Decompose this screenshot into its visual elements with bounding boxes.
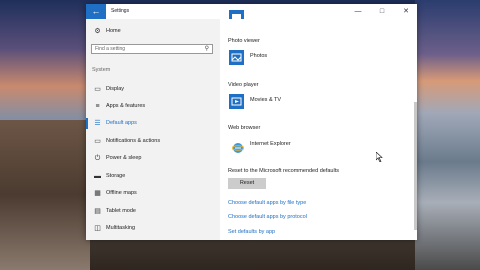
maximize-button[interactable]: □ xyxy=(372,4,392,19)
photos-app-tile[interactable] xyxy=(229,50,244,65)
sidebar-item-label: Tablet mode xyxy=(106,208,136,214)
sidebar-item-label: Default apps xyxy=(106,120,137,126)
internet-explorer-app-name[interactable]: Internet Explorer xyxy=(250,141,291,147)
list-icon: ≡ xyxy=(95,103,100,110)
storage-icon: ▬ xyxy=(94,173,101,180)
sidebar-item-label: Offline maps xyxy=(106,190,137,196)
sidebar-item-storage[interactable]: ▬ Storage xyxy=(86,170,220,183)
sidebar-item-home[interactable]: ⚙ Home xyxy=(86,25,220,38)
monitor-icon: ▭ xyxy=(94,86,101,93)
photo-viewer-heading: Photo viewer xyxy=(228,38,260,44)
sidebar-item-label: Display xyxy=(106,86,125,92)
link-default-apps-file-type[interactable]: Choose default apps by file type xyxy=(228,200,306,206)
sidebar-item-offline-maps[interactable]: ▦ Offline maps xyxy=(86,187,220,200)
title-bar: ← Settings — □ ✕ xyxy=(86,4,417,19)
link-default-apps-protocol[interactable]: Choose default apps by protocol xyxy=(228,214,307,220)
movies-icon xyxy=(231,97,242,106)
map-icon: ▦ xyxy=(94,190,101,197)
sidebar-item-apps-features[interactable]: ≡ Apps & features xyxy=(86,100,220,113)
window-title: Settings xyxy=(111,8,130,14)
tablet-icon: ▤ xyxy=(94,208,101,215)
sidebar-item-label: Power & sleep xyxy=(106,155,142,161)
photos-icon xyxy=(231,53,242,62)
sidebar: ⚙ Home Find a setting ⚲ System ▭ Display… xyxy=(86,19,220,240)
app-icon xyxy=(232,14,241,20)
scrollbar[interactable] xyxy=(414,102,417,230)
minimize-icon: — xyxy=(354,8,362,15)
mouse-cursor-icon xyxy=(376,152,383,162)
arrow-left-icon: ← xyxy=(91,6,101,16)
web-browser-heading: Web browser xyxy=(228,125,261,131)
multitasking-icon: ◫ xyxy=(94,225,101,232)
sidebar-item-label: Apps & features xyxy=(106,103,146,109)
search-input[interactable]: Find a setting ⚲ xyxy=(91,44,213,54)
minimize-button[interactable]: — xyxy=(348,4,368,19)
photos-app-name[interactable]: Photos xyxy=(250,53,267,59)
notification-icon: ▭ xyxy=(94,138,101,145)
power-icon: ⏻ xyxy=(94,155,101,162)
sidebar-item-multitasking[interactable]: ◫ Multitasking xyxy=(86,222,220,235)
sidebar-item-tablet-mode[interactable]: ▤ Tablet mode xyxy=(86,205,220,218)
gear-icon: ⚙ xyxy=(94,28,101,35)
sidebar-item-power-sleep[interactable]: ⏻ Power & sleep xyxy=(86,152,220,165)
sidebar-item-label: Notifications & actions xyxy=(106,138,161,144)
sidebar-item-label: Storage xyxy=(106,173,126,179)
movies-tv-app-tile[interactable] xyxy=(229,94,244,109)
maximize-icon: □ xyxy=(379,8,385,15)
section-label-system: System xyxy=(92,67,111,73)
settings-window: ← Settings — □ ✕ ⚙ Home Find a setting ⚲… xyxy=(86,4,417,240)
sidebar-item-label: Multitasking xyxy=(106,225,136,231)
movies-tv-app-name[interactable]: Movies & TV xyxy=(250,97,281,103)
close-button[interactable]: ✕ xyxy=(396,4,416,19)
sidebar-item-default-apps[interactable]: ☰ Default apps xyxy=(86,117,220,130)
desktop-background-left xyxy=(0,120,90,270)
search-icon: ⚲ xyxy=(204,46,209,52)
link-set-defaults-by-app[interactable]: Set defaults by app xyxy=(228,229,275,235)
sidebar-item-display[interactable]: ▭ Display xyxy=(86,83,220,96)
close-icon: ✕ xyxy=(403,8,409,15)
internet-explorer-icon[interactable] xyxy=(232,142,244,154)
sidebar-item-label: Home xyxy=(106,28,121,34)
video-player-heading: Video player xyxy=(228,82,259,88)
desktop-background-right xyxy=(415,0,480,270)
app-tile-partial[interactable] xyxy=(229,10,244,20)
default-apps-icon: ☰ xyxy=(94,120,101,127)
back-button[interactable]: ← xyxy=(86,4,106,19)
sidebar-item-notifications[interactable]: ▭ Notifications & actions xyxy=(86,135,220,148)
search-placeholder: Find a setting xyxy=(95,46,126,52)
reset-label: Reset to the Microsoft recommended defau… xyxy=(228,168,339,174)
reset-button[interactable]: Reset xyxy=(228,178,266,189)
